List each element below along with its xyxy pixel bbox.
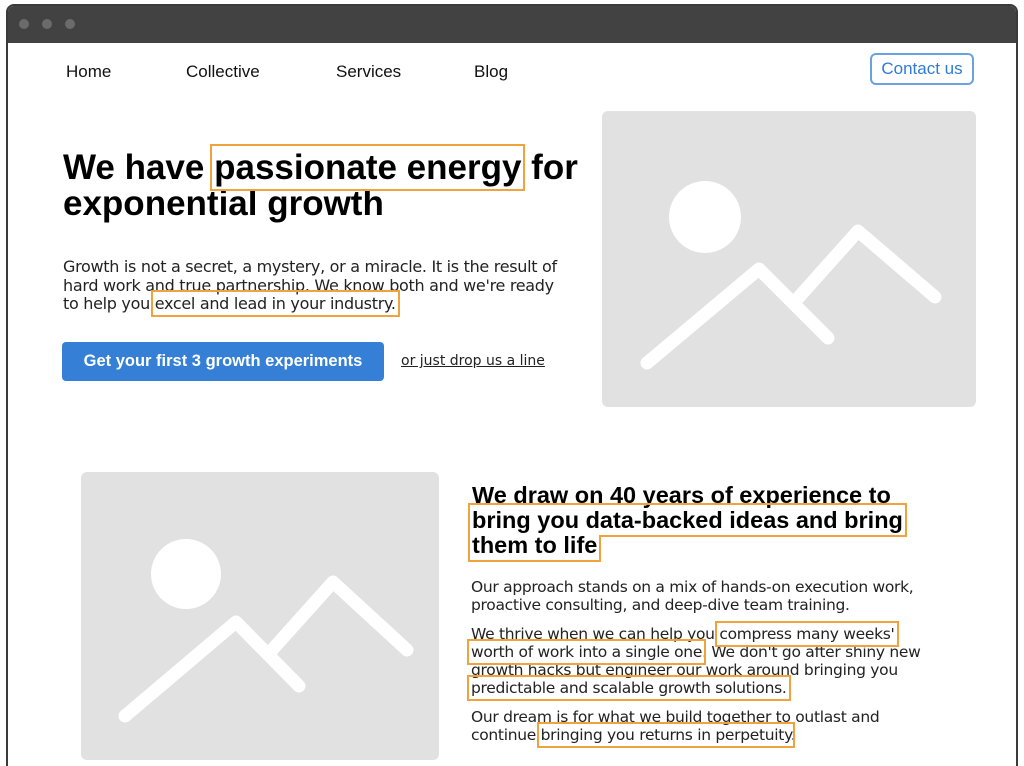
section-title: We draw on 40 years of experience to bri… [468,482,942,562]
nav-home[interactable]: Home [66,62,111,82]
hero-title-highlight: passionate energy [210,144,526,191]
dream-highlight: bringing you returns in perpetuity [536,722,795,748]
image-placeholder-icon [118,539,414,723]
approach-paragraph: Our approach stands on a mix of hands-on… [471,578,914,614]
hero-title: We have passionate energy for exponentia… [63,144,603,222]
section-image-placeholder [81,472,439,760]
dream-text-end: . [790,726,796,744]
dream-paragraph: Our dream is for what we build together … [471,708,941,748]
thrive-text: We thrive when we can help you [471,625,720,643]
drop-us-a-line-link[interactable]: or just drop us a line [401,353,545,369]
section-title-highlight: bring you data-backed ideas and bring th… [468,503,907,562]
section-title-text: We draw on 40 years of experience to [472,482,891,508]
image-placeholder-icon [640,181,942,370]
growth-experiments-button[interactable]: Get your first 3 growth experiments [62,342,384,381]
window-minimize-dot-icon[interactable] [42,19,52,29]
thrive-highlight-predictable: predictable and scalable growth solution… [467,675,791,701]
hero-image-placeholder [602,111,976,407]
window-maximize-dot-icon[interactable] [65,19,75,29]
nav-services[interactable]: Services [336,62,401,82]
hero-title-text: We have [63,148,215,187]
hero-description: Growth is not a secret, a mystery, or a … [63,257,563,317]
nav-collective[interactable]: Collective [186,62,260,82]
window-close-dot-icon[interactable] [19,19,29,29]
hero-description-highlight: excel and lead in your industry. [150,290,400,317]
contact-us-button[interactable]: Contact us [870,53,974,85]
thrive-paragraph: We thrive when we can help you compress … [467,621,941,701]
browser-titlebar [8,6,1016,43]
nav-blog[interactable]: Blog [474,62,508,82]
